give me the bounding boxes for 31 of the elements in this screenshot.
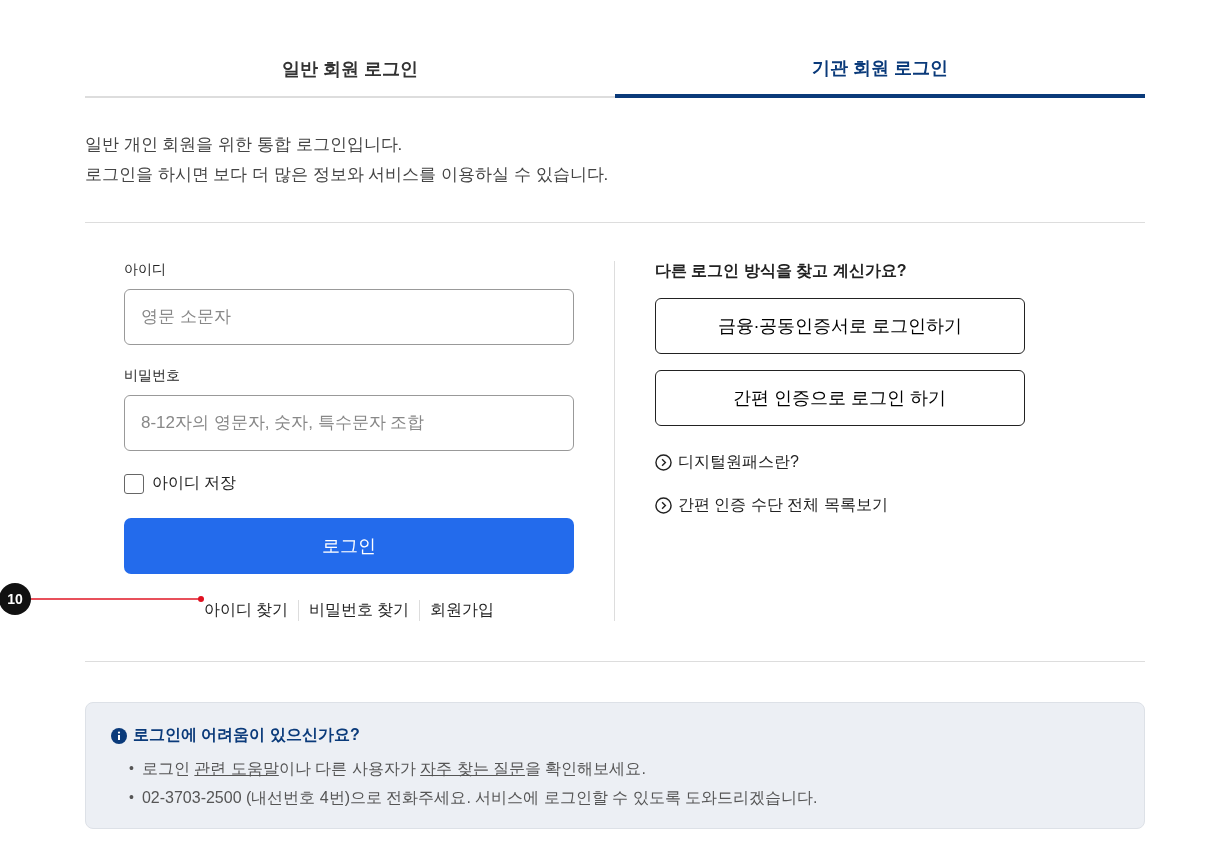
login-tab[interactable]: 일반 회원 로그인 (85, 48, 615, 98)
help-text: 02-3703-2500 (내선번호 4번)으로 전화주세요. 서비스에 로그인할 수 있도록 도와드리겠습니다. (141, 788, 818, 808)
help-title: 로그인에 어려움이 있으신가요? (133, 725, 360, 745)
password-input[interactable]: 8-12자의 영문자, 숫자, 특수문자 조합 (124, 395, 574, 451)
checkbox[interactable] (124, 473, 144, 494)
account-link[interactable]: 회원가입 (419, 600, 505, 621)
field-label: 아이디 (124, 261, 167, 279)
help-link[interactable]: 자주 찾는 질문 (420, 760, 526, 777)
account-link[interactable]: 비밀번호 찾기 (298, 600, 420, 621)
login-tab[interactable]: 기관 회원 로그인 (615, 48, 1145, 98)
bullet-mark: • (129, 788, 134, 807)
info-icon (111, 727, 127, 744)
login-button[interactable]: 로그인 (124, 518, 574, 574)
alt-login-button[interactable]: 간편 인증으로 로그인 하기 (655, 370, 1025, 426)
info-link[interactable]: 간편 인증 수단 전체 목록보기 (678, 495, 888, 516)
bullet-mark: • (129, 759, 134, 778)
help-text: 로그인 관련 도움말이나 다른 사용자가 자주 찾는 질문을 확인해보세요. (141, 759, 646, 779)
checkbox-label: 아이디 저장 (152, 473, 237, 493)
intro-text: 로그인을 하시면 보다 더 많은 정보와 서비스를 이용하실 수 있습니다. (85, 164, 610, 186)
field-label: 비밀번호 (124, 367, 181, 385)
intro-text: 일반 개인 회원을 위한 통합 로그인입니다. (85, 134, 404, 156)
info-link[interactable]: 디지털원패스란? (678, 452, 799, 473)
id-input[interactable]: 영문 소문자 (124, 289, 574, 345)
annotation-badge: 10 (0, 583, 31, 615)
chevron-circle-icon (655, 454, 672, 471)
help-link[interactable]: 관련 도움말 (194, 760, 279, 777)
section-title: 다른 로그인 방식을 찾고 계신가요? (655, 261, 907, 281)
alt-login-button[interactable]: 금융·공동인증서로 로그인하기 (655, 298, 1025, 354)
leader-dot (198, 596, 204, 602)
chevron-circle-icon (655, 497, 672, 514)
account-link[interactable]: 아이디 찾기 (193, 600, 298, 621)
